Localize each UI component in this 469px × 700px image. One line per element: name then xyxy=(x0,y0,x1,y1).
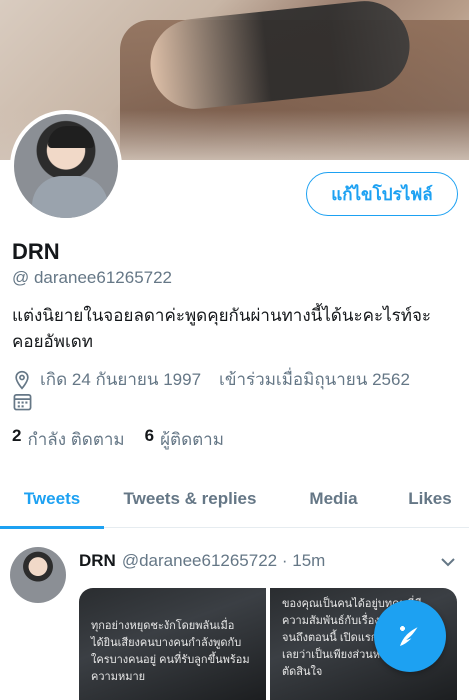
profile-tabs: Tweets Tweets & replies Media Likes xyxy=(0,470,469,529)
avatar-shirt xyxy=(32,176,108,218)
follow-stats: 2 กำลัง ติดตาม 6 ผู้ติดตาม xyxy=(12,426,244,453)
tab-tweets-replies[interactable]: Tweets & replies xyxy=(104,470,276,528)
tweet-header: DRN @daranee61265722 · 15m xyxy=(79,551,325,571)
calendar-icon xyxy=(13,393,32,411)
followers-count: 6 xyxy=(144,426,155,445)
following-link[interactable]: 2 กำลัง ติดตาม xyxy=(12,426,125,453)
tweet-handle-time: @daranee61265722 · 15m xyxy=(121,551,326,570)
following-count: 2 xyxy=(12,426,22,445)
profile-avatar[interactable] xyxy=(10,110,122,222)
chevron-down-icon[interactable] xyxy=(440,554,456,570)
tab-media[interactable]: Media xyxy=(276,470,391,528)
tweet-author-name[interactable]: DRN xyxy=(79,551,116,571)
tab-tweets[interactable]: Tweets xyxy=(0,470,104,529)
compose-tweet-icon xyxy=(400,626,418,646)
following-label: กำลัง ติดตาม xyxy=(27,430,125,449)
compose-tweet-button[interactable] xyxy=(374,600,446,672)
profile-name: DRN xyxy=(12,239,60,264)
birth-date: เกิด 24 กันยายน 1997 xyxy=(40,370,202,389)
edit-profile-button[interactable]: แก้ไขโปรไฟล์ xyxy=(306,172,458,216)
profile-meta: เกิด 24 กันยายน 1997 เข้าร่วมเมื่อมิถุนา… xyxy=(12,366,410,393)
profile-handle: @ daranee61265722 xyxy=(12,268,173,287)
followers-label: ผู้ติดตาม xyxy=(160,430,224,449)
tab-likes[interactable]: Likes xyxy=(391,470,469,528)
followers-link[interactable]: 6 ผู้ติดตาม xyxy=(145,426,224,453)
tweet-image-1[interactable]: ทุกอย่างหยุดชะงักโดยพลันเมื่อได้ยินเสียง… xyxy=(79,588,266,700)
avatar-cap xyxy=(48,126,94,148)
location-pin-icon xyxy=(15,370,29,390)
join-date: เข้าร่วมเมื่อมิถุนายน 2562 xyxy=(219,370,410,389)
tweet-avatar[interactable] xyxy=(10,547,66,603)
profile-bio: แต่งนิยายในจอยลดาค่ะพูดคุยกันผ่านทางนี้ไ… xyxy=(12,306,432,351)
